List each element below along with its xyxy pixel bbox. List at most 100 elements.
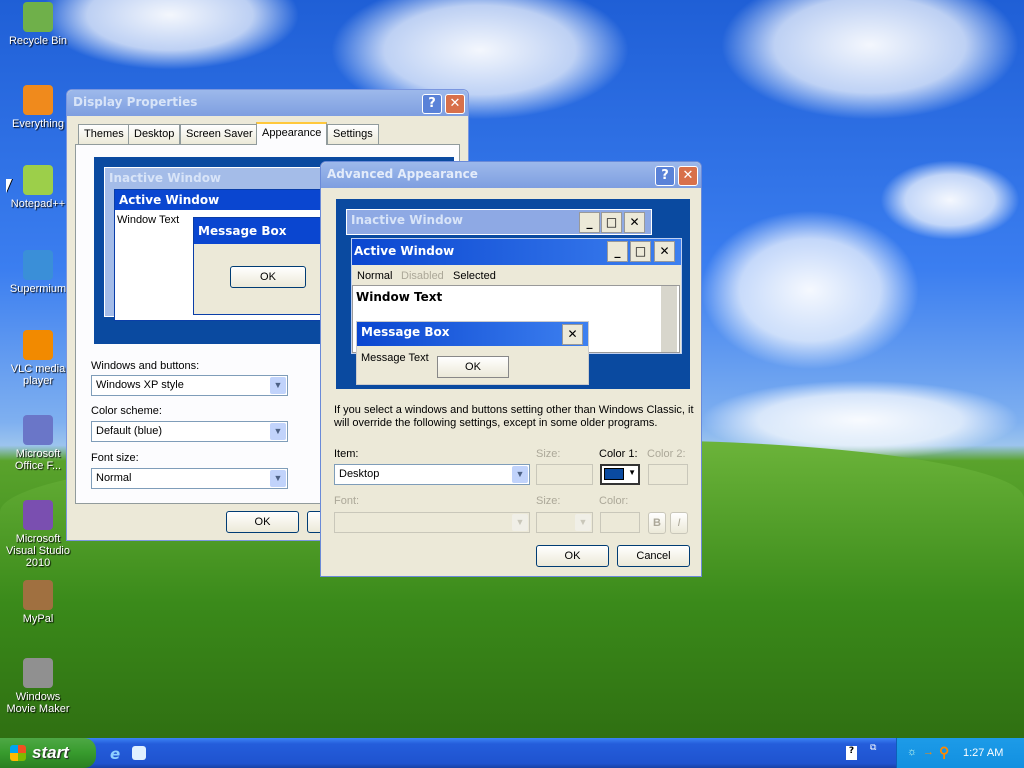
desktop-icon-label: Windows Movie Maker <box>6 691 70 715</box>
font-size-label: Size: <box>536 495 561 507</box>
tab-desktop[interactable]: Desktop <box>128 124 181 144</box>
cancel-button[interactable]: Cancel <box>617 545 690 567</box>
close-icon: ✕ <box>654 241 675 262</box>
tab-screen-saver[interactable]: Screen Saver <box>180 124 259 144</box>
preview-scrollbar <box>661 286 677 352</box>
display-properties-titlebar[interactable]: Display Properties <box>67 90 468 116</box>
internet-explorer-icon[interactable]: e <box>110 745 120 763</box>
font-color-picker[interactable] <box>600 512 640 533</box>
chevron-down-icon: ▼ <box>270 470 286 487</box>
help-button[interactable]: ? <box>422 94 442 114</box>
system-tray: ☼ → ⚲ 1:27 AM <box>896 738 1024 768</box>
maximize-icon: □ <box>630 241 651 262</box>
color1-label: Color 1: <box>599 448 638 460</box>
desktop-icon[interactable]: Microsoft Visual Studio 2010 <box>0 500 76 569</box>
vlc-cone-icon <box>23 330 53 360</box>
advanced-titlebar[interactable]: Advanced Appearance <box>321 162 701 188</box>
visual-studio-icon <box>23 500 53 530</box>
window-title: Advanced Appearance <box>327 167 478 181</box>
preview-ok-button: OK <box>437 356 509 378</box>
color1-picker[interactable]: ▼ <box>600 464 640 485</box>
ok-button[interactable]: OK <box>536 545 609 567</box>
help-button[interactable]: ? <box>655 166 675 186</box>
office-icon <box>23 415 53 445</box>
select-value: Windows XP style <box>96 379 184 391</box>
item-select[interactable]: Desktop ▼ <box>334 464 530 485</box>
desktop-icon-label: Microsoft Office F... <box>14 448 62 472</box>
tray-arrow-icon[interactable]: → <box>923 746 934 758</box>
desktop-icon-label: Everything <box>12 118 64 130</box>
color-swatch <box>604 468 624 480</box>
menu-disabled: Disabled <box>401 270 444 282</box>
font-color-label: Color: <box>599 495 629 507</box>
select-value: Desktop <box>339 468 380 480</box>
everything-search-icon <box>23 85 53 115</box>
desktop-icon[interactable]: Windows Movie Maker <box>0 658 76 715</box>
chevron-down-icon: ▼ <box>270 423 286 440</box>
color2-picker[interactable] <box>648 464 688 485</box>
preview-message-text: Message Text <box>361 352 429 364</box>
cloud <box>700 210 920 370</box>
override-note: If you select a windows and buttons sett… <box>334 404 694 429</box>
preview-message-box: Message Box ✕ Message Text OK <box>356 321 589 385</box>
preview-inactive-window: Inactive Window _ □ ✕ <box>346 209 652 235</box>
close-icon: ✕ <box>562 324 583 345</box>
taskbar: start e ? ⧉ ☼ → ⚲ 1:27 AM <box>0 738 1024 768</box>
start-label: start <box>32 743 69 762</box>
font-label: Font: <box>334 495 360 507</box>
font-size-select[interactable]: ▼ <box>536 512 593 533</box>
minimize-icon: _ <box>607 241 628 262</box>
advanced-preview[interactable]: Inactive Window _ □ ✕ Active Window _ □ ✕ No… <box>336 199 690 389</box>
quick-launch-icon[interactable] <box>132 746 146 760</box>
mypal-icon <box>23 580 53 610</box>
bold-button[interactable]: B <box>648 512 666 534</box>
restore-icon[interactable]: ⧉ <box>870 743 876 753</box>
color2-label: Color 2: <box>647 448 686 460</box>
desktop-icon[interactable]: Recycle Bin <box>0 2 76 47</box>
windows-logo-icon <box>10 745 26 761</box>
movie-maker-icon <box>23 658 53 688</box>
tab-appearance[interactable]: Appearance <box>256 122 328 145</box>
desktop-icon[interactable]: Everything <box>0 85 76 130</box>
desktop-icon[interactable]: MyPal <box>0 580 76 625</box>
close-icon: ✕ <box>624 212 645 233</box>
desktop-icon[interactable]: Microsoft Office F... <box>0 415 76 472</box>
network-icon[interactable]: ☼ <box>907 746 917 758</box>
font-size-label: Font size: <box>91 452 139 464</box>
font-select[interactable]: ▼ <box>334 512 530 533</box>
font-size-select[interactable]: Normal ▼ <box>91 468 288 489</box>
size-spinner[interactable] <box>536 464 593 485</box>
cloud <box>40 0 300 70</box>
desktop-icon-label: Supermium <box>9 283 67 295</box>
start-button[interactable]: start <box>0 738 96 768</box>
desktop-icon-label: Microsoft Visual Studio 2010 <box>5 533 70 569</box>
help-tray-icon[interactable]: ? <box>846 746 857 760</box>
window-title: Display Properties <box>73 95 198 109</box>
dropdown-arrow-icon: ▼ <box>628 468 636 477</box>
ok-button[interactable]: OK <box>226 511 299 533</box>
advanced-appearance-dialog: Advanced Appearance ? ✕ Inactive Window … <box>320 161 702 577</box>
size-label: Size: <box>536 448 561 460</box>
close-button[interactable]: ✕ <box>445 94 465 114</box>
clock[interactable]: 1:27 AM <box>963 747 1003 759</box>
supermium-browser-icon <box>23 250 53 280</box>
chevron-down-icon: ▼ <box>512 514 528 531</box>
color-scheme-select[interactable]: Default (blue) ▼ <box>91 421 288 442</box>
color-scheme-label: Color scheme: <box>91 405 162 417</box>
desktop-icon-label: Recycle Bin <box>8 35 68 47</box>
desktop-icon[interactable]: Supermium <box>0 250 76 295</box>
recycle-bin-icon <box>23 2 53 32</box>
minimize-icon: _ <box>579 212 600 233</box>
close-button[interactable]: ✕ <box>678 166 698 186</box>
preview-window-text: Window Text <box>356 290 443 304</box>
windows-buttons-label: Windows and buttons: <box>91 360 200 372</box>
everything-tray-icon[interactable]: ⚲ <box>939 744 949 761</box>
windows-buttons-select[interactable]: Windows XP style ▼ <box>91 375 288 396</box>
desktop-icon-label: MyPal <box>22 613 54 625</box>
tab-settings[interactable]: Settings <box>327 124 379 144</box>
italic-button[interactable]: I <box>670 512 688 534</box>
tab-themes[interactable]: Themes <box>78 124 130 144</box>
desktop-icon[interactable]: VLC media player <box>0 330 76 387</box>
preview-message-title: Message Box <box>357 322 588 346</box>
chevron-down-icon: ▼ <box>512 466 528 483</box>
